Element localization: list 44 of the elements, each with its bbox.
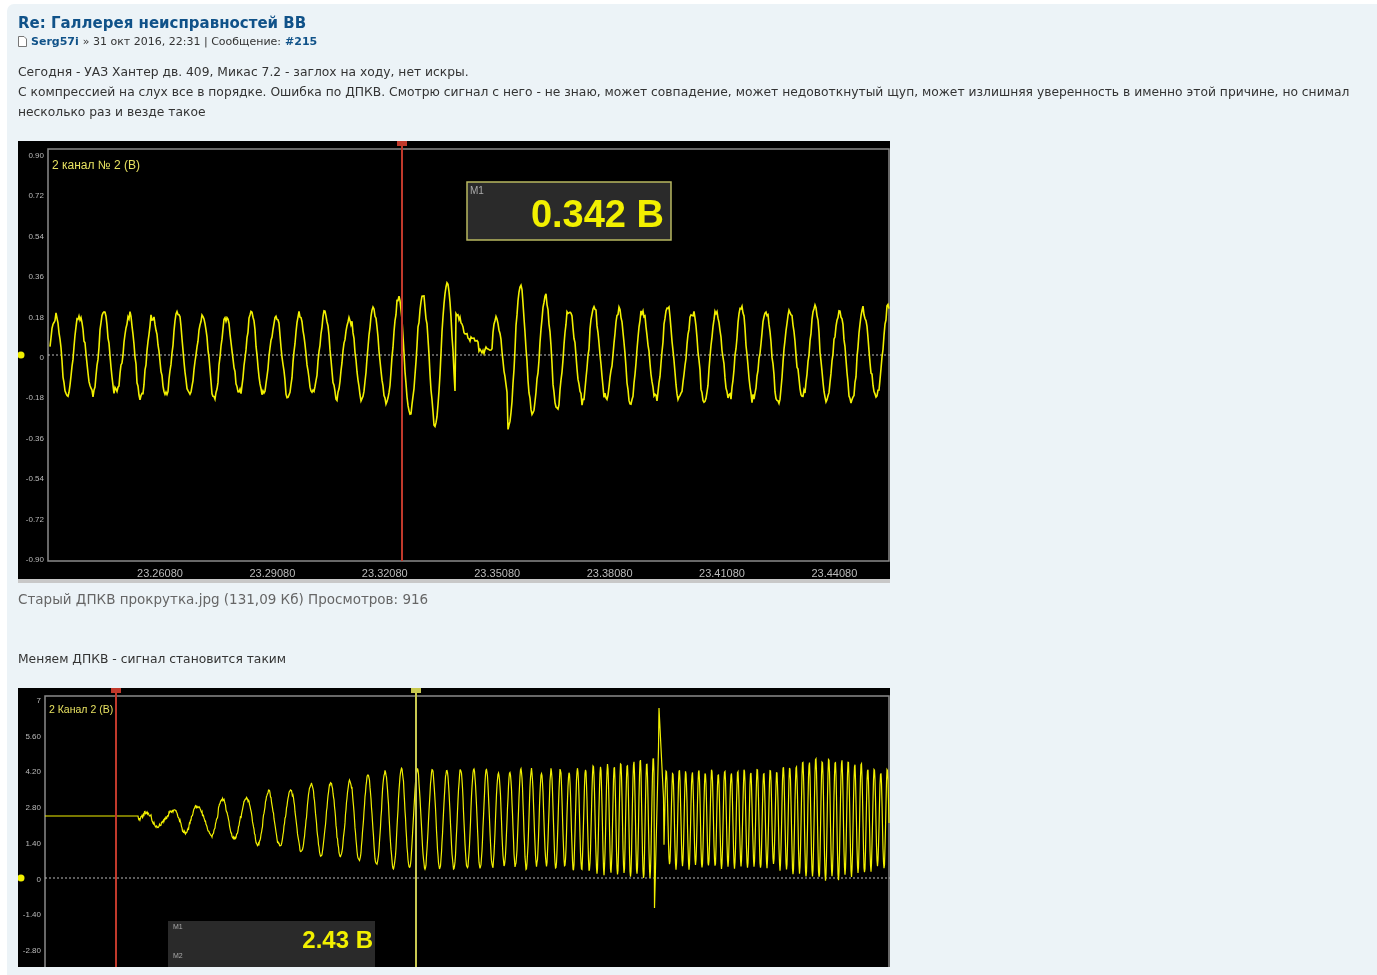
y-axis-label: -0.18 [25,393,44,403]
y-axis-label: 0.72 [28,191,44,201]
post-title[interactable]: Re: Галлерея неисправностей ВВ [18,14,307,32]
x-axis-label: 23.26080 [137,567,183,579]
measurement-value: 0.342 В [530,193,664,235]
post-text: Сегодня - УАЗ Хантер дв. 409, Микас 7.2 - заглох на ходу, нет искры. [18,64,470,81]
x-axis-label: 23.35080 [474,567,521,579]
y-axis-label: -0.36 [25,433,44,443]
level-marker-icon [18,874,25,882]
y-axis-label: -0.90 [25,555,44,564]
y-axis-label: 1.40 [25,838,41,848]
y-axis-label: 2.80 [25,803,41,813]
post-text: Меняем ДПКВ - сигнал становится таким [18,651,288,668]
x-axis-label: 23.32080 [361,567,408,579]
document-icon [18,36,27,47]
y-axis-label: -1.40 [22,910,41,920]
measurement-value: 2.43 В [302,926,373,953]
marker-label: M1 [470,185,484,196]
x-axis-label: 23.44080 [811,567,858,579]
y-axis-label: 0 [36,874,41,884]
channel-label: 2 канал № 2 (В) [52,158,141,172]
y-axis-label: -2.80 [22,945,41,955]
post-number-link[interactable]: #215 [285,35,318,48]
attachment-caption: Старый ДПКВ прокрутка.jpg (131,09 Кб) Просмотров: 916 [18,591,430,607]
cursor-line[interactable] [411,688,421,967]
cursor-line[interactable] [397,141,407,561]
y-axis-label: 0.54 [28,231,44,241]
y-axis-label: 0 [39,353,44,362]
y-axis-label: 4.20 [25,767,41,777]
post-text: С компрессией на слух все в порядке. Ошибка по ДПКВ. Смотрю сигнал с него - не знаю, может совпадение, может недовоткнутый щуп, может излишняя уверенность в именно этой причине, но снимал несколько раз и везде такое [18,84,1351,121]
x-axis-label: 23.38080 [586,567,633,579]
channel-label: 2 Канал 2 (В) [49,703,114,715]
y-axis-label: 0.36 [28,272,44,282]
y-axis-label: 5.60 [25,731,41,741]
y-axis-label: -0.54 [25,474,44,484]
x-axis-label: 23.41080 [699,567,745,579]
x-axis-label: 23.29080 [249,567,296,579]
y-axis-label: -0.72 [25,514,44,524]
level-marker-icon [18,351,25,359]
post-meta: » 31 окт 2016, 22:31 | Сообщение: [82,35,282,48]
y-axis-label: 7 [36,696,41,705]
author-link[interactable]: Serg57i [31,35,79,48]
y-axis-label: 0.18 [28,312,44,322]
y-axis-label: 0.90 [28,151,44,160]
